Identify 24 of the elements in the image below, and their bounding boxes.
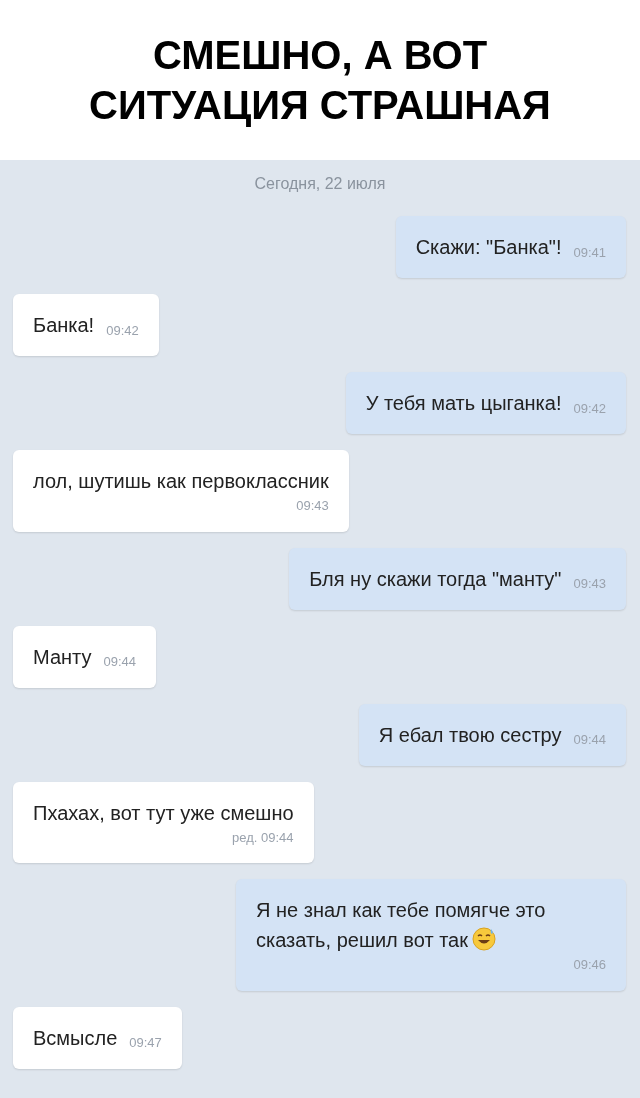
message-text: Всмысле xyxy=(33,1025,118,1051)
message-time: 09:44 xyxy=(103,653,136,671)
date-label: Сегодня, 22 июля xyxy=(254,174,386,194)
message-time: ред. 09:44 xyxy=(232,828,294,847)
message-text: Я не знал как тебе помягче это сказать, решил вот так xyxy=(256,898,547,953)
sweat-smile-emoji-icon xyxy=(471,927,496,951)
caption-line: СМЕШНО, А ВОТ xyxy=(152,32,488,79)
message-time: 09:47 xyxy=(129,1034,162,1052)
message-time: 09:44 xyxy=(573,731,606,749)
message-text: Пхахах, вот тут уже смешно xyxy=(33,800,294,826)
message-time: 09:42 xyxy=(573,399,606,418)
message-time: 09:43 xyxy=(573,575,606,593)
message-text: Скажи: "Банка"! xyxy=(415,235,562,260)
caption-line: СИТУАЦИЯ СТРАШНАЯ xyxy=(89,82,551,129)
message-text: Банка! xyxy=(33,313,95,338)
message-text: Бля ну скажи тогда "манту" xyxy=(309,566,562,592)
message-text: лол, шутишь как первоклассник xyxy=(33,469,329,494)
message-text: Я ебал твою сестру xyxy=(378,722,562,748)
message-text: У тебя мать цыганка! xyxy=(365,391,562,416)
message-time: 09:42 xyxy=(106,321,139,340)
message-time: 09:43 xyxy=(296,497,329,515)
message-time: 09:46 xyxy=(573,956,606,974)
message-time: 09:41 xyxy=(573,243,606,262)
message-text: Манту xyxy=(33,644,92,670)
